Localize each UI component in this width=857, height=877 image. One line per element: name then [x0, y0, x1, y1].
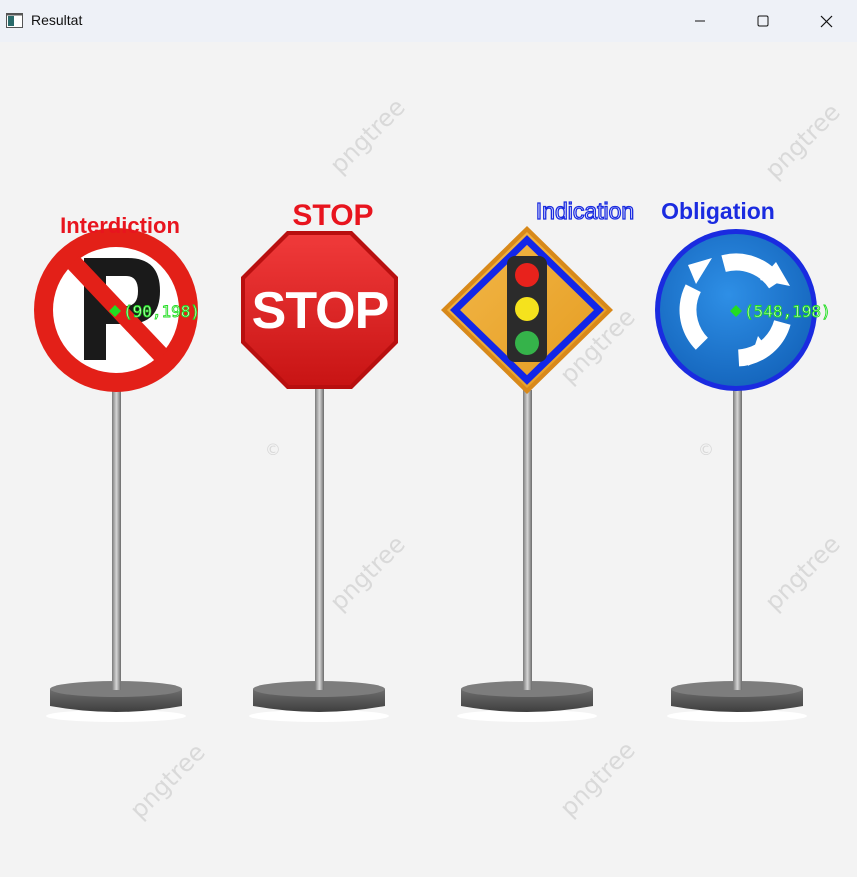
watermark-symbol: ©: [698, 440, 714, 459]
window-title: Resultat: [31, 12, 83, 28]
stop-sign: STOP: [241, 231, 398, 722]
label-obligation: Obligation: [661, 198, 775, 224]
app-icon: [6, 13, 23, 28]
minimize-icon: [695, 20, 705, 22]
result-image-canvas: pngtree pngtree pngtree pngtree pngtree …: [34, 93, 846, 824]
label-stop: STOP: [292, 199, 373, 232]
close-button[interactable]: [795, 0, 857, 42]
watermark-text: pngtree: [759, 530, 845, 616]
watermark-text: pngtree: [554, 736, 640, 822]
traffic-light-sign: [441, 226, 613, 722]
coordinate-marker-2: (548,198): [730, 302, 831, 321]
label-interdiction: Interdiction: [60, 213, 180, 238]
watermark-text: pngtree: [324, 530, 410, 616]
watermark-text: pngtree: [759, 98, 845, 184]
result-image: pngtree pngtree pngtree pngtree pngtree …: [0, 42, 857, 877]
watermark-text: pngtree: [124, 738, 210, 824]
maximize-button[interactable]: [732, 0, 794, 42]
coordinate-label-2: (548,198): [744, 302, 831, 321]
watermark-symbol: ©: [265, 440, 281, 459]
close-icon: [820, 15, 832, 27]
minimize-button[interactable]: [669, 0, 731, 42]
title-bar: Resultat: [0, 0, 857, 43]
maximize-icon: [757, 15, 769, 27]
label-indication: Indication: [536, 198, 634, 224]
coordinate-label-1: (90,198): [123, 302, 200, 321]
coordinate-marker-1: (90,198): [109, 302, 201, 321]
stop-sign-text: STOP: [252, 282, 389, 340]
watermark-text: pngtree: [324, 93, 410, 179]
